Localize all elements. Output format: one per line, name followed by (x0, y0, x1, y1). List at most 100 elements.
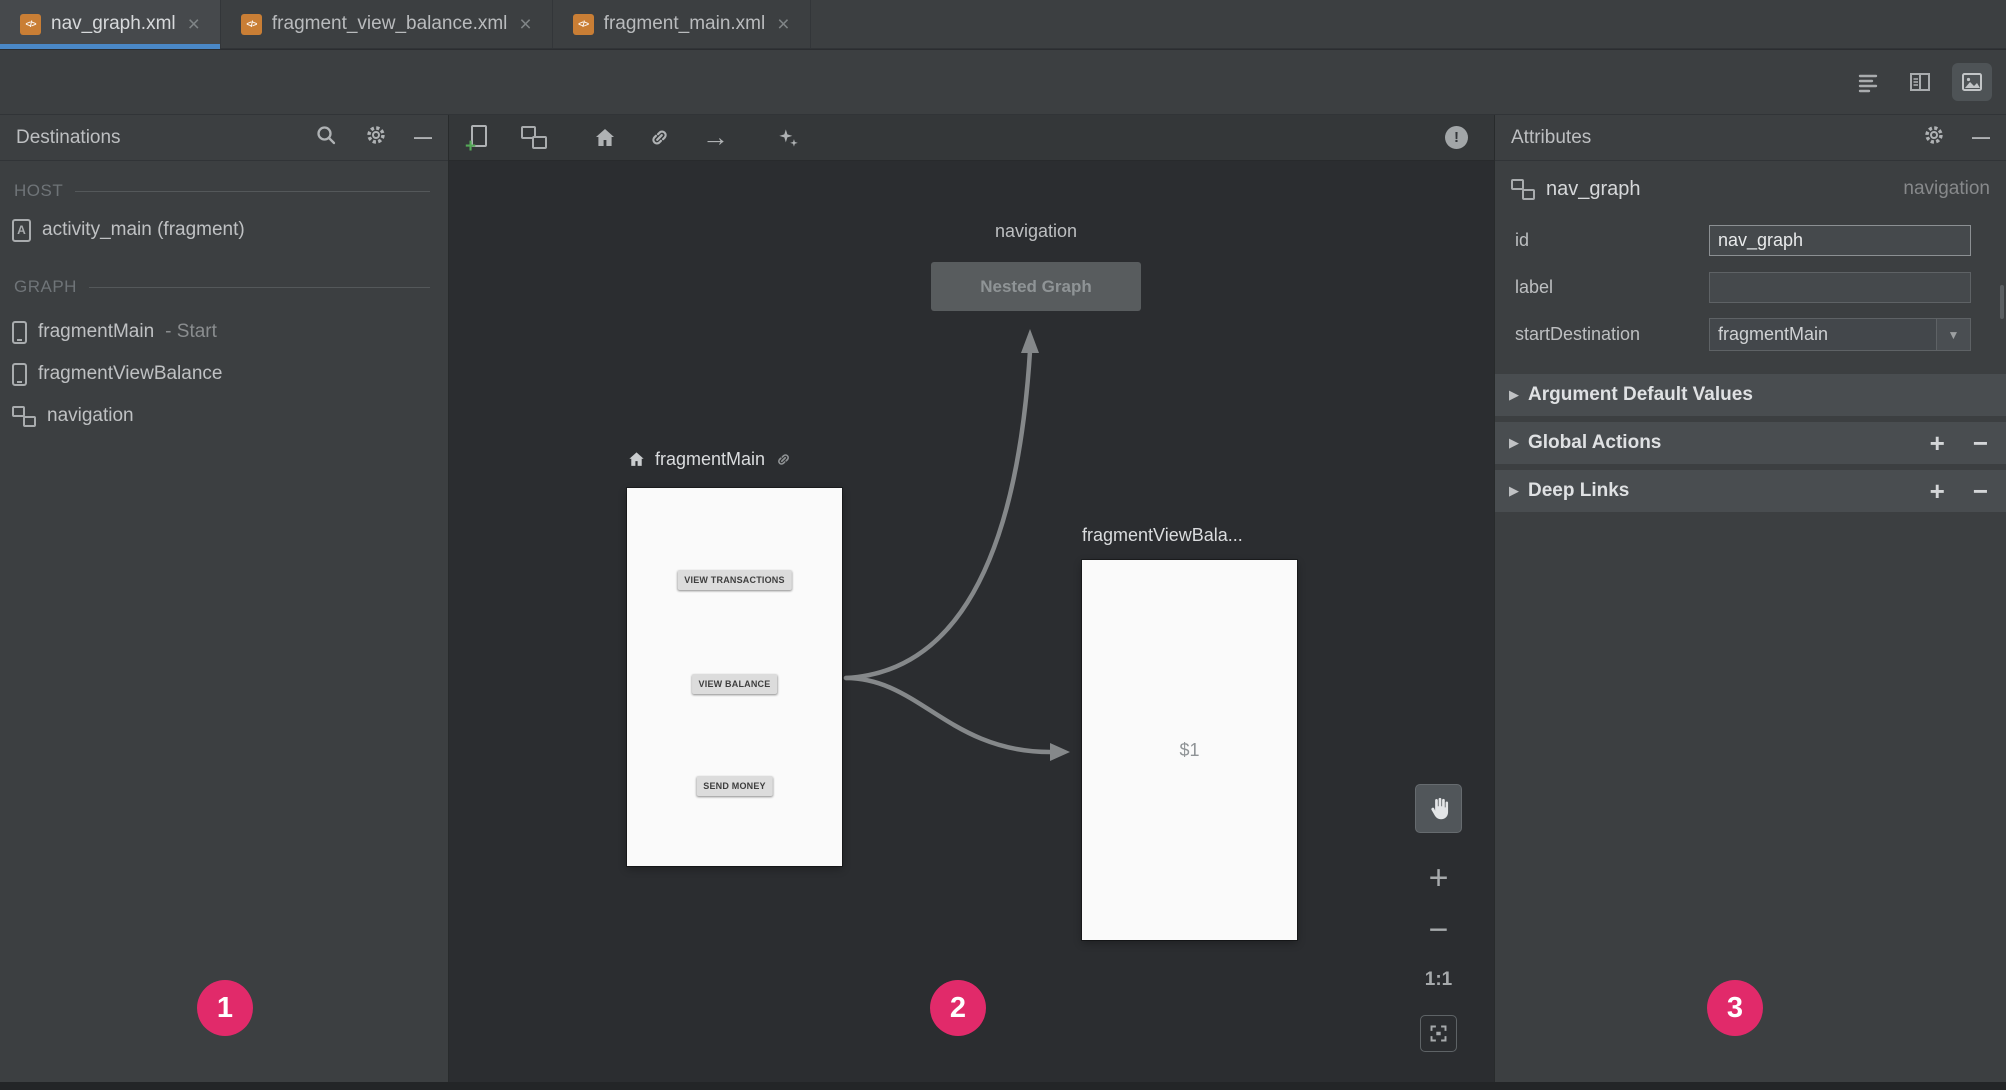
annotation-badge-2: 2 (930, 980, 986, 1036)
xml-file-icon: </> (20, 13, 41, 35)
destination-label: fragmentViewBalance (38, 363, 223, 384)
fragment-view-balance-header: fragmentViewBala... (1082, 525, 1243, 546)
destination-item-fragment-view-balance[interactable]: fragmentViewBalance (0, 353, 448, 395)
gear-icon[interactable] (364, 123, 388, 152)
tab-nav-graph[interactable]: </> nav_graph.xml × (0, 0, 221, 49)
destination-label: activity_main (fragment) (42, 219, 245, 240)
zoom-level-label[interactable]: 1:1 (1415, 969, 1462, 991)
action-to-view-balance (843, 675, 1053, 755)
section-argument-default-values[interactable]: ▶ Argument Default Values (1495, 374, 2006, 416)
component-type: navigation (1903, 178, 1990, 199)
close-icon[interactable]: × (519, 14, 531, 35)
selected-component-row: nav_graph navigation (1495, 161, 2006, 217)
warning-icon[interactable]: ! (1445, 126, 1468, 149)
close-icon[interactable]: × (188, 14, 200, 35)
expand-triangle-icon[interactable]: ▶ (1509, 387, 1519, 403)
nested-graph-label: Nested Graph (980, 276, 1092, 296)
expand-triangle-icon[interactable]: ▶ (1509, 483, 1519, 499)
id-input[interactable] (1709, 225, 1971, 256)
start-destination-dropdown[interactable]: fragmentMain ▼ (1709, 318, 1971, 351)
attribute-row-start-destination: startDestination fragmentMain ▼ (1495, 311, 2006, 358)
view-balance-button: VIEW BALANCE (691, 674, 778, 694)
dropdown-value: fragmentMain (1718, 324, 1829, 344)
label-label: label (1515, 277, 1554, 297)
new-nested-graph-icon[interactable] (521, 126, 547, 149)
destination-item-activity-main[interactable]: A activity_main (fragment) (0, 207, 448, 253)
hide-panel-icon[interactable]: — (414, 127, 432, 148)
pan-tool-button[interactable] (1415, 784, 1462, 833)
arrowhead-right (1050, 743, 1070, 761)
link-icon[interactable] (647, 125, 672, 150)
fragment-view-balance-preview[interactable]: $1 (1082, 560, 1297, 940)
destination-label: fragmentMain (38, 321, 155, 342)
hide-panel-icon[interactable]: — (1972, 127, 1990, 148)
canvas-toolbar: + → ! (449, 115, 1494, 161)
label-input[interactable] (1709, 272, 1971, 303)
destinations-header: Destinations — (0, 115, 448, 161)
tab-fragment-view-balance[interactable]: </> fragment_view_balance.xml × (221, 0, 553, 48)
fragment-icon (12, 362, 27, 386)
send-money-button: SEND MONEY (696, 776, 773, 796)
search-icon[interactable] (314, 123, 338, 152)
xml-file-icon: </> (240, 13, 262, 35)
close-icon[interactable]: × (777, 14, 789, 35)
fragment-main-title: fragmentMain (655, 449, 766, 469)
activity-icon: A (12, 218, 31, 242)
view-mode-toggles (1848, 63, 1992, 101)
nested-graph-icon (1511, 178, 1535, 200)
bottom-edge (0, 1082, 2006, 1090)
section-deep-links[interactable]: ▶ Deep Links + − (1495, 470, 2006, 512)
hand-icon (1431, 797, 1449, 820)
code-view-icon[interactable] (1848, 63, 1888, 101)
destination-item-fragment-main[interactable]: fragmentMain - Start (0, 311, 448, 353)
remove-icon[interactable]: − (1973, 430, 1988, 456)
attributes-title: Attributes (1511, 126, 1592, 148)
fragment-view-balance-title: fragmentViewBala... (1082, 525, 1243, 545)
start-destination-home-icon (629, 452, 644, 466)
tab-label: fragment_main.xml (603, 13, 766, 34)
fragment-main-header: fragmentMain (627, 449, 793, 470)
host-section-header: HOST (0, 175, 448, 207)
design-view-icon[interactable] (1952, 63, 1992, 101)
fragment-icon (12, 320, 27, 344)
balance-placeholder-text: $1 (1179, 739, 1200, 760)
section-global-actions[interactable]: ▶ Global Actions + − (1495, 422, 2006, 464)
attribute-row-id: id (1495, 217, 2006, 264)
nested-graph-node[interactable]: Nested Graph (931, 262, 1141, 311)
id-label: id (1515, 230, 1530, 250)
attributes-header: Attributes — (1495, 115, 2006, 161)
assign-start-home-icon[interactable] (593, 126, 617, 150)
nested-graph-icon (12, 405, 36, 427)
destination-item-navigation[interactable]: navigation (0, 395, 448, 437)
gear-icon[interactable] (1922, 123, 1946, 152)
fragment-main-preview[interactable]: VIEW TRANSACTIONS VIEW BALANCE SEND MONE… (627, 488, 842, 866)
add-icon[interactable]: + (1930, 430, 1945, 456)
section-divider (88, 286, 430, 288)
nav-graph-canvas[interactable]: navigation Nested Graph fragmentMain VIE… (449, 161, 1494, 1082)
split-view-icon[interactable] (1900, 63, 1940, 101)
host-label: HOST (14, 181, 64, 200)
remove-icon[interactable]: − (1973, 478, 1988, 504)
destinations-title: Destinations (16, 126, 121, 148)
graph-label: GRAPH (14, 277, 77, 296)
attribute-row-label: label (1495, 264, 2006, 311)
zoom-out-icon[interactable]: − (1415, 911, 1462, 950)
start-destination-label: startDestination (1515, 324, 1641, 344)
auto-arrange-icon[interactable] (775, 125, 801, 151)
action-arrow-icon[interactable]: → (702, 124, 729, 151)
zoom-to-fit-button[interactable] (1420, 1015, 1457, 1052)
add-icon[interactable]: + (1930, 478, 1945, 504)
nav-graph-editor: + → ! navigation Nested Graph fragmentMa… (449, 115, 1494, 1082)
section-divider (75, 190, 430, 192)
nested-graph-title: navigation (994, 221, 1078, 241)
destination-label: navigation (47, 405, 134, 426)
fit-screen-icon (1430, 1025, 1447, 1042)
start-destination-suffix: - Start (165, 321, 217, 342)
scrollbar-thumb[interactable] (2000, 285, 2004, 319)
tab-fragment-main[interactable]: </> fragment_main.xml × (553, 0, 811, 48)
new-destination-icon[interactable]: + (465, 124, 491, 156)
zoom-in-icon[interactable]: + (1415, 859, 1462, 898)
expand-triangle-icon[interactable]: ▶ (1509, 435, 1519, 451)
xml-file-icon: </> (572, 13, 594, 35)
chevron-down-icon[interactable]: ▼ (1936, 319, 1970, 350)
